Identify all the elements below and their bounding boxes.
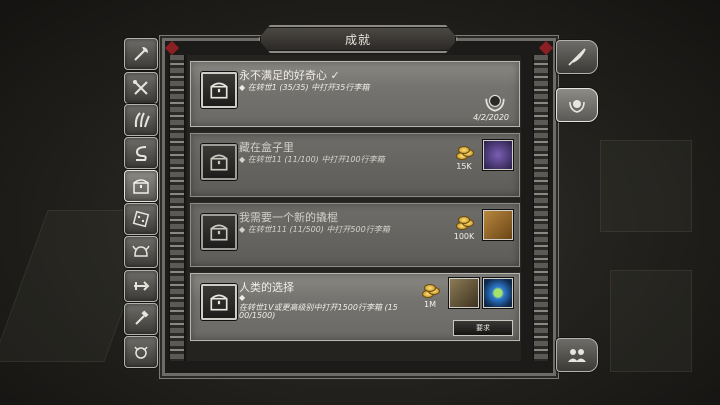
dagger-icon xyxy=(134,281,150,291)
chest-icon xyxy=(210,154,228,171)
row-icon xyxy=(201,72,237,108)
row-icon xyxy=(201,214,237,250)
quill-icon xyxy=(568,48,586,66)
tab-dice[interactable] xyxy=(124,203,158,235)
achievement-desc: ◆ 在转世1 (35/35) 中打开35行李箱 xyxy=(239,83,370,92)
achievement-desc-bullet: ◆ xyxy=(239,293,246,302)
chain-border-left xyxy=(169,55,185,361)
dice-icon xyxy=(132,210,150,228)
chest-icon xyxy=(133,179,149,194)
corner-gem xyxy=(164,40,180,56)
gear-bull-icon xyxy=(134,346,148,359)
gold-reward: 100K xyxy=(451,214,477,241)
gold-coins-icon xyxy=(454,214,474,230)
achievement-desc: ◆ 在转世111 (11/500) 中打开500行李箱 xyxy=(239,225,390,234)
chain-border-right xyxy=(533,55,549,361)
tab-snake[interactable] xyxy=(124,137,158,169)
snake-icon xyxy=(135,146,147,161)
achievement-desc-cont: 00/1500) xyxy=(239,311,276,320)
achievement-row[interactable]: 人类的选择 ◆ 在转世1V或更高级别中打开1500行李箱 (15 00/1500… xyxy=(190,273,520,341)
tab-chest[interactable] xyxy=(124,170,158,202)
gold-coins-icon xyxy=(454,144,474,160)
achievement-title: 永不满足的好奇心 ✓ xyxy=(239,69,340,82)
chest-icon xyxy=(210,294,228,311)
crystal-reward-icon xyxy=(483,140,513,170)
tab-tools[interactable] xyxy=(124,72,158,104)
crate-reward-icon xyxy=(449,278,479,308)
completion-date: 4/2/2020 xyxy=(473,113,509,122)
gold-coins-icon xyxy=(420,282,440,298)
tab-claw[interactable] xyxy=(124,104,158,136)
row-icon xyxy=(201,144,237,180)
achievement-row[interactable]: 永不满足的好奇心 ✓ ◆ 在转世1 (35/35) 中打开35行李箱 4/2/2… xyxy=(190,61,520,127)
group-icon xyxy=(568,349,586,362)
achievement-row[interactable]: 我需要一个新的撬棍 ◆ 在转世111 (11/500) 中打开500行李箱 10… xyxy=(190,203,520,267)
helmet-icon xyxy=(132,245,150,257)
chest-icon xyxy=(210,224,228,241)
claim-button[interactable]: 要求 xyxy=(453,320,513,336)
floor-tile xyxy=(610,270,692,372)
floor-tile xyxy=(600,140,692,232)
tools-icon xyxy=(133,80,148,95)
tab-gear-bull[interactable] xyxy=(124,336,158,368)
tab-quill[interactable] xyxy=(556,40,598,74)
tab-axe[interactable] xyxy=(124,38,158,70)
claw-icon xyxy=(134,112,150,128)
gold-reward: 15K xyxy=(451,144,477,171)
orb-reward-icon xyxy=(483,278,513,308)
tab-laurel[interactable] xyxy=(556,88,598,122)
corner-gem xyxy=(538,40,554,56)
laurel-icon xyxy=(569,100,585,113)
achievement-title: 藏在盒子里 xyxy=(239,141,294,154)
achievement-title: 人类的选择 xyxy=(239,281,294,294)
gold-reward: 1M xyxy=(417,282,443,309)
achievement-title: 我需要一个新的撬棍 xyxy=(239,211,338,224)
chest-icon xyxy=(210,82,228,99)
crate-reward-icon xyxy=(483,210,513,240)
achievement-desc: ◆ 在转世11 (11/100) 中打开100行李箱 xyxy=(239,155,385,164)
gold-amount: 100K xyxy=(453,232,475,241)
achievement-row[interactable]: 藏在盒子里 ◆ 在转世11 (11/100) 中打开100行李箱 15K xyxy=(190,133,520,197)
gold-amount: 15K xyxy=(456,162,472,171)
tab-hammers[interactable] xyxy=(124,303,158,335)
title-tab: 成就 xyxy=(258,25,458,53)
hammers-icon xyxy=(135,310,149,325)
axe-icon xyxy=(134,47,148,61)
row-icon xyxy=(201,284,237,320)
tab-dagger[interactable] xyxy=(124,270,158,302)
laurel-badge-icon xyxy=(485,94,505,112)
gold-amount: 1M xyxy=(424,300,436,309)
tab-helmet[interactable] xyxy=(124,236,158,268)
tab-group[interactable] xyxy=(556,338,598,372)
page-title: 成就 xyxy=(344,32,371,47)
